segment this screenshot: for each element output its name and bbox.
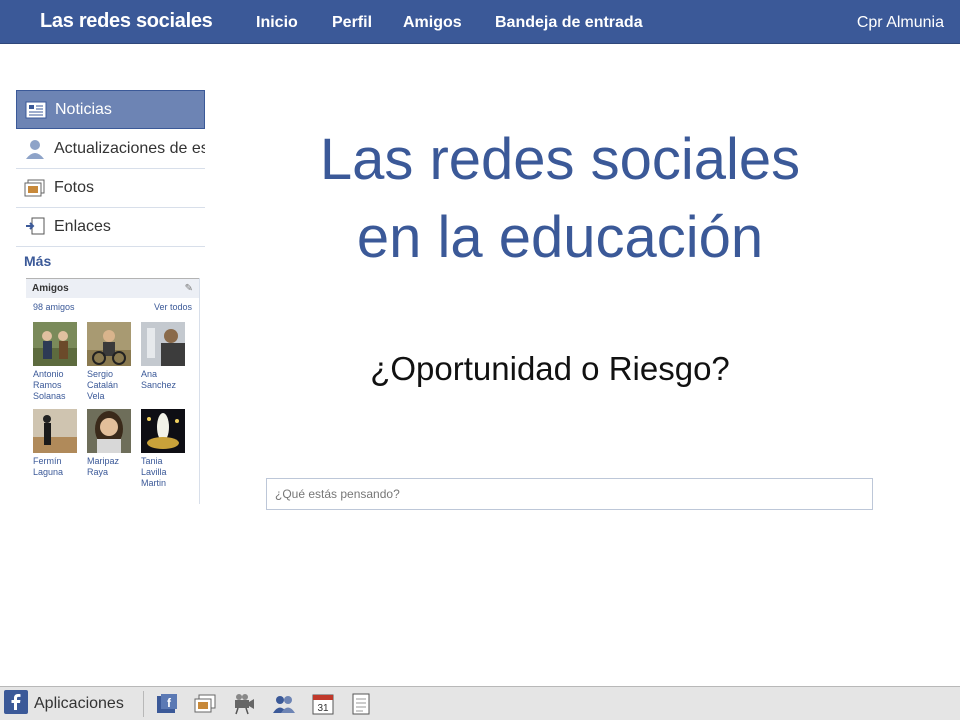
video-camera-icon[interactable] (231, 692, 257, 716)
nav-perfil[interactable]: Perfil (332, 14, 372, 32)
nav-inicio[interactable]: Inicio (256, 14, 298, 32)
friend-name[interactable]: Ana Sanchez (141, 369, 187, 391)
friends-subheader: 98 amigos Ver todos (26, 298, 199, 316)
news-feed-icon (23, 99, 49, 121)
friend-photo[interactable] (141, 409, 185, 453)
friend-name[interactable]: Maripaz Raya (87, 456, 133, 478)
friend-item[interactable]: Ana Sanchez (141, 322, 187, 391)
sidebar-item-label: Fotos (54, 179, 95, 196)
friends-icon[interactable] (271, 692, 297, 716)
nav-amigos[interactable]: Amigos (403, 14, 462, 32)
photos-icon (22, 177, 48, 199)
calendar-icon[interactable]: 31 (310, 692, 336, 716)
friend-photo[interactable] (141, 322, 185, 366)
page-subtitle: ¿Oportunidad o Riesgo? (370, 350, 730, 387)
friend-name[interactable]: Sergio Catalán Vela (87, 369, 133, 402)
page-title-line-1: Las redes sociales (319, 127, 801, 192)
more-link[interactable]: Más (24, 253, 51, 269)
brand-logo[interactable]: Las redes sociales (40, 10, 213, 33)
friend-name[interactable]: Fermín Laguna (33, 456, 79, 478)
friend-photo[interactable] (87, 322, 131, 366)
applications-button[interactable]: Aplicaciones (4, 689, 144, 719)
friends-header: Amigos ✎ (26, 278, 199, 298)
sidebar-item-label: Noticias (55, 100, 112, 118)
status-update-input[interactable] (266, 478, 873, 510)
pencil-icon[interactable]: ✎ (185, 283, 193, 294)
notes-icon[interactable] (348, 692, 374, 716)
person-icon (22, 138, 48, 160)
friend-item[interactable]: Tania Lavilla Martin (141, 409, 187, 489)
facebook-logo-icon (4, 689, 28, 719)
friend-item[interactable]: Antonio Ramos Solanas (33, 322, 79, 402)
friends-title[interactable]: Amigos (32, 283, 69, 294)
friend-photo[interactable] (33, 322, 77, 366)
page-title-line-2: en la educación (356, 205, 764, 270)
sidebar-item-actualizaciones[interactable]: Actualizaciones de es (16, 130, 205, 169)
facebook-icon[interactable]: f (154, 692, 180, 716)
links-icon (22, 216, 48, 238)
friend-item[interactable]: Maripaz Raya (87, 409, 133, 478)
top-bar: Las redes sociales Inicio Perfil Amigos … (0, 0, 960, 44)
sidebar-item-fotos[interactable]: Fotos (16, 169, 205, 208)
sidebar-item-label: Actualizaciones de es (54, 140, 205, 157)
friends-box: Amigos ✎ 98 amigos Ver todos Antonio Ram… (26, 278, 200, 504)
calendar-day-text: 31 (317, 703, 329, 714)
friend-photo[interactable] (87, 409, 131, 453)
see-all-friends-link[interactable]: Ver todos (154, 302, 192, 312)
sidebar-item-label: Enlaces (54, 218, 111, 235)
sidebar-item-noticias[interactable]: Noticias (16, 90, 205, 129)
sidebar-item-enlaces[interactable]: Enlaces (16, 208, 205, 247)
user-name-link[interactable]: Cpr Almunia (857, 14, 944, 32)
friend-name[interactable]: Tania Lavilla Martin (141, 456, 187, 489)
bottom-bar: Aplicaciones f 31 (0, 686, 960, 720)
photos-icon[interactable] (192, 692, 218, 716)
applications-label: Aplicaciones (34, 695, 124, 712)
friend-item[interactable]: Fermín Laguna (33, 409, 79, 478)
friends-count[interactable]: 98 amigos (33, 302, 75, 312)
nav-bandeja-de-entrada[interactable]: Bandeja de entrada (495, 14, 643, 32)
friend-name[interactable]: Antonio Ramos Solanas (33, 369, 79, 402)
friend-photo[interactable] (33, 409, 77, 453)
friend-item[interactable]: Sergio Catalán Vela (87, 322, 133, 402)
